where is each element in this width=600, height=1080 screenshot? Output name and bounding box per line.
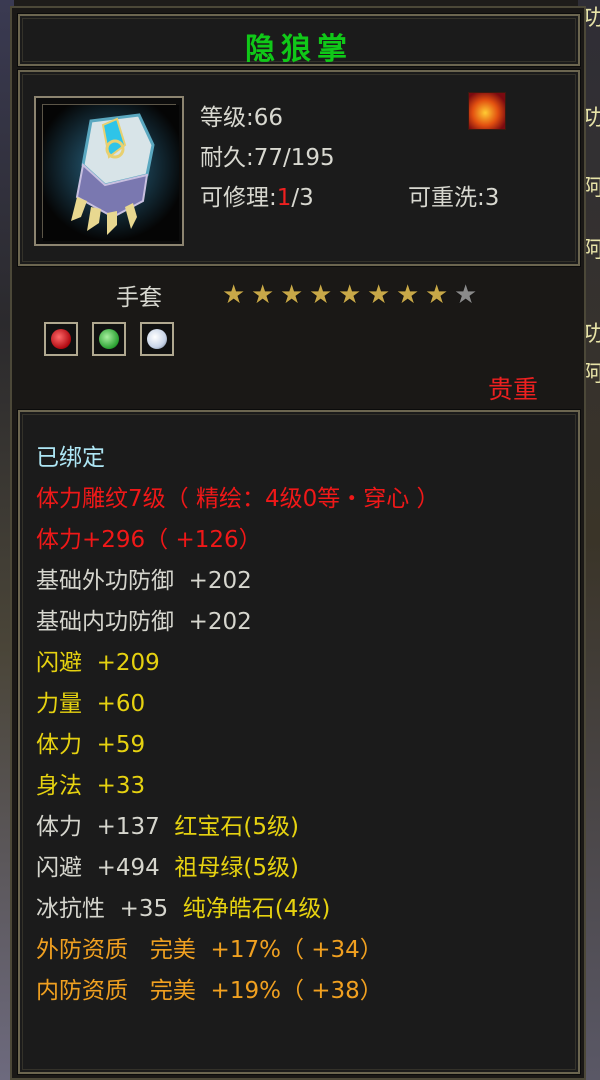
stat-line: 已绑定	[36, 438, 105, 472]
stat-line: 内防资质 完美 +19%（ +38）	[36, 971, 383, 1005]
green-gem-icon[interactable]	[92, 322, 126, 356]
stat-line: 闪避 +209	[36, 643, 160, 677]
stat-line: 体力 +137 红宝石(5级)	[36, 807, 299, 841]
stat-text: 体力 +137	[36, 814, 175, 840]
star-filled-icon: ★	[338, 280, 362, 310]
star-filled-icon: ★	[251, 280, 275, 310]
stat-text: 身法 +33	[36, 773, 146, 799]
stat-text: 体力+296（ +126）	[36, 527, 262, 553]
white-gem-icon[interactable]	[140, 322, 174, 356]
item-type: 手套	[116, 285, 162, 311]
stat-line: 体力雕纹7级（ 精绘：4级0等・穿心 ）	[36, 479, 440, 513]
stat-line: 力量 +60	[36, 684, 145, 718]
star-rating: ★ ★ ★ ★ ★ ★ ★ ★ ★	[222, 282, 483, 308]
item-name: 隐狼掌	[245, 32, 353, 67]
item-tooltip: 隐狼掌 等级:66 耐久:77/195 可修理:1/3 可重洗:3 手套 ★ ★…	[10, 6, 586, 1080]
stat-line: 身法 +33	[36, 766, 145, 800]
stat-text: 闪避 +209	[36, 650, 160, 676]
item-type-panel: 手套 ★ ★ ★ ★ ★ ★ ★ ★ ★ 贵重	[18, 268, 580, 408]
stat-line: 体力+296（ +126）	[36, 520, 262, 554]
stat-line: 冰抗性 +35 纯净皓石(4级)	[36, 889, 330, 923]
stat-text: 力量 +60	[36, 691, 146, 717]
stat-text: 内防资质 完美 +19%（ +38）	[36, 978, 383, 1004]
star-filled-icon: ★	[222, 280, 246, 310]
star-filled-icon: ★	[280, 280, 304, 310]
stat-text: 冰抗性 +35	[36, 896, 183, 922]
star-filled-icon: ★	[425, 280, 449, 310]
flame-buff-icon	[468, 92, 506, 130]
stat-gem-name: 红宝石(5级)	[174, 814, 300, 840]
stat-line: 基础外功防御 +202	[36, 561, 252, 595]
item-header-panel: 等级:66 耐久:77/195 可修理:1/3 可重洗:3	[17, 69, 581, 267]
stat-text: 体力雕纹7级（ 精绘：4级0等・穿心 ）	[36, 486, 440, 512]
stat-gem-name: 祖母绿(5级)	[174, 855, 300, 881]
item-level: 等级:66	[200, 105, 284, 131]
stat-line: 体力 +59	[36, 725, 145, 759]
gauntlet-icon	[42, 104, 179, 241]
title-bar: 隐狼掌	[17, 13, 581, 67]
item-durability: 耐久:77/195	[200, 145, 335, 171]
star-filled-icon: ★	[309, 280, 333, 310]
stat-line: 闪避 +494 祖母绿(5级)	[36, 848, 299, 882]
red-gem-icon[interactable]	[44, 322, 78, 356]
item-icon-slot[interactable]	[34, 96, 184, 246]
stat-text: 基础内功防御 +202	[36, 609, 252, 635]
stat-text: 体力 +59	[36, 732, 146, 758]
star-filled-icon: ★	[367, 280, 391, 310]
stat-line: 基础内功防御 +202	[36, 602, 252, 636]
repair-label: 可修理:	[200, 185, 277, 211]
star-empty-icon: ★	[454, 280, 478, 310]
stat-gem-name: 纯净皓石(4级)	[182, 896, 331, 922]
stat-text: 基础外功防御 +202	[36, 568, 252, 594]
item-stats-panel: 已绑定体力雕纹7级（ 精绘：4级0等・穿心 ） 体力+296（ +126） 基础外功…	[17, 409, 581, 1075]
repair-used: 1	[276, 185, 292, 211]
star-filled-icon: ★	[396, 280, 420, 310]
item-rewash-count: 可重洗:3	[408, 185, 500, 211]
stat-line: 外防资质 完美 +17%（ +34）	[36, 930, 383, 964]
repair-total: /3	[291, 185, 314, 211]
stat-text: 闪避 +494	[36, 855, 175, 881]
stat-text: 已绑定	[36, 445, 105, 471]
stat-text: 外防资质 完美 +17%（ +34）	[36, 937, 383, 963]
item-rarity: 贵重	[488, 375, 539, 404]
item-repair-count: 可修理:1/3	[200, 178, 314, 212]
